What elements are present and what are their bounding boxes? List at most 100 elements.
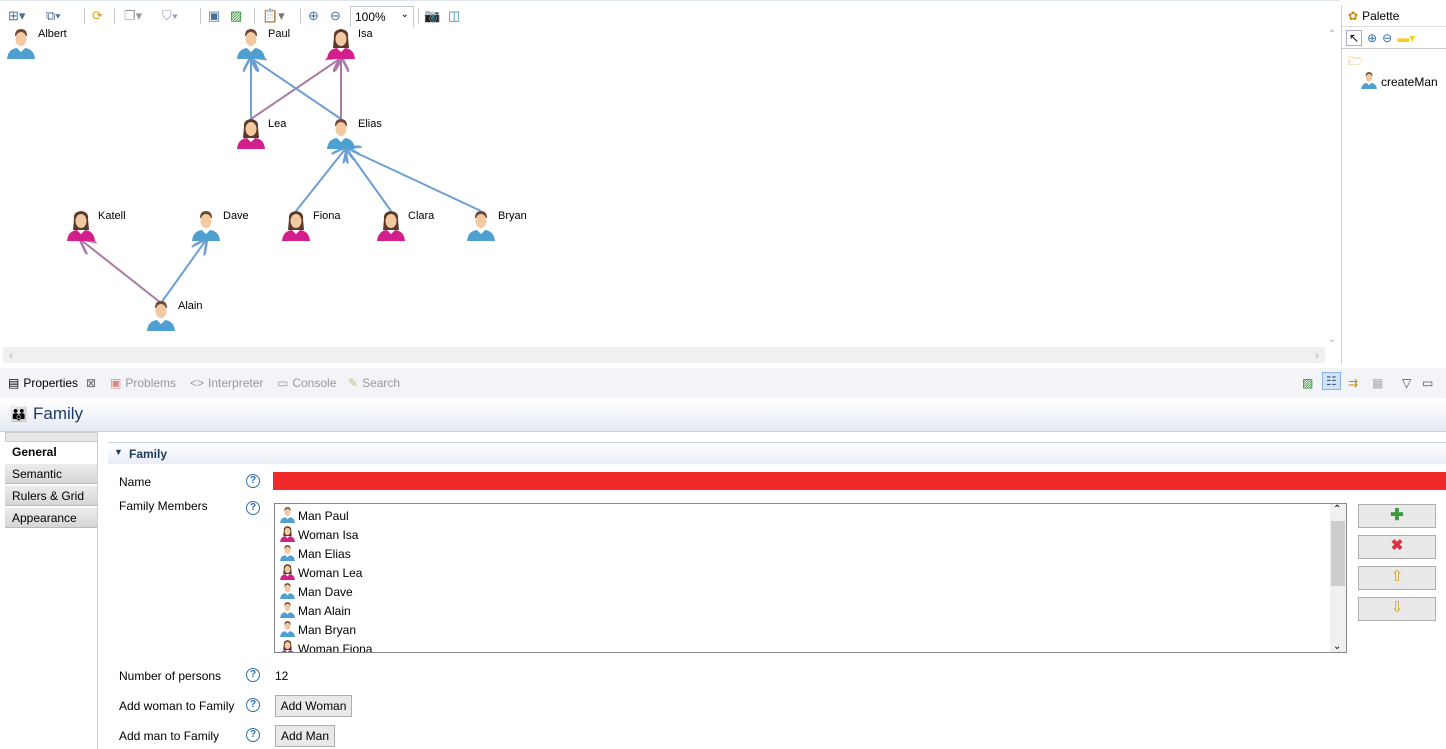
palette-tool-create-man[interactable]: createMan bbox=[1342, 71, 1446, 92]
folder-icon[interactable]: 🗁 bbox=[1342, 49, 1446, 71]
add-man-label: Add man to Family bbox=[119, 729, 220, 743]
palette: ✿ Palette ↖ ⊕ ⊖ ▬▾ 🗁 createMan bbox=[1341, 5, 1446, 365]
side-tab-rulers-grid[interactable]: Rulers & Grid bbox=[5, 486, 98, 506]
filter-icon[interactable]: ⛉▾ bbox=[162, 7, 178, 25]
zoom-out-tool-icon[interactable]: ⊖ bbox=[1382, 31, 1392, 45]
man-icon bbox=[279, 620, 296, 640]
remove-member-button[interactable]: ✖ bbox=[1358, 535, 1436, 559]
diagram-node-isa[interactable]: Isa bbox=[325, 27, 445, 67]
add-member-button[interactable]: ✚ bbox=[1358, 504, 1436, 528]
properties-header: 👪 Family bbox=[0, 398, 1446, 432]
help-icon[interactable]: ? bbox=[246, 474, 260, 488]
edge-alain-to-katell[interactable] bbox=[81, 240, 162, 304]
problems-icon: ▣ bbox=[110, 376, 122, 390]
diagram-node-albert[interactable]: Albert bbox=[5, 27, 125, 67]
list-item[interactable]: Woman Lea bbox=[275, 563, 1346, 582]
refresh-icon[interactable]: ⟳ bbox=[92, 7, 103, 25]
tab-problems[interactable]: ▣ Problems bbox=[110, 376, 176, 390]
help-icon[interactable]: ? bbox=[246, 501, 260, 515]
collapse-icon[interactable]: ▼ bbox=[114, 447, 123, 457]
pin-icon[interactable]: ▨ bbox=[230, 7, 242, 25]
list-item[interactable]: Woman Fiona bbox=[275, 639, 1346, 652]
plus-icon: ✚ bbox=[1390, 507, 1404, 524]
woman-icon bbox=[279, 639, 296, 652]
help-icon[interactable]: ? bbox=[246, 728, 260, 742]
vertical-scrollbar[interactable]: ⌃ ⌄ bbox=[1325, 27, 1339, 347]
zoom-in-tool-icon[interactable]: ⊕ bbox=[1367, 31, 1377, 45]
select-all-icon[interactable]: ⧉▾ bbox=[46, 7, 61, 25]
edge-fiona-to-elias[interactable] bbox=[295, 148, 346, 212]
man-icon bbox=[279, 601, 296, 621]
minimize-icon[interactable]: ▭ bbox=[1422, 376, 1433, 390]
list-item[interactable]: Man Paul bbox=[275, 506, 1346, 525]
name-label: Name bbox=[119, 475, 152, 489]
paste-icon[interactable]: 📋▾ bbox=[262, 7, 285, 25]
restore-defaults-icon[interactable]: ▦ bbox=[1372, 376, 1383, 390]
camera-icon[interactable]: 📷 bbox=[424, 7, 440, 25]
add-woman-button[interactable]: Add Woman bbox=[275, 695, 352, 717]
list-item[interactable]: Man Elias bbox=[275, 544, 1346, 563]
side-tab-appearance[interactable]: Appearance bbox=[5, 508, 98, 528]
arrange-icon[interactable]: ⊞▾ bbox=[8, 7, 25, 25]
arrow-down-icon: ⇩ bbox=[1390, 599, 1404, 616]
side-tab-semantic[interactable]: Semantic bbox=[5, 464, 98, 484]
pin-view-icon[interactable]: ▨ bbox=[1302, 376, 1313, 390]
console-icon: ▭ bbox=[277, 376, 289, 390]
diagram-node-bryan[interactable]: Bryan bbox=[465, 209, 585, 249]
delete-icon: ✖ bbox=[1390, 537, 1404, 554]
diagram-node-alain[interactable]: Alain bbox=[145, 299, 265, 339]
number-of-persons-value: 12 bbox=[275, 669, 289, 683]
edge-bryan-to-elias[interactable] bbox=[346, 148, 482, 212]
arrow-up-icon: ⇧ bbox=[1390, 568, 1404, 585]
tab-interpreter[interactable]: <> Interpreter bbox=[190, 376, 263, 390]
family-icon: 👪 bbox=[10, 406, 28, 422]
edge-alain-to-dave[interactable] bbox=[160, 240, 206, 304]
move-up-button[interactable]: ⇧ bbox=[1358, 566, 1436, 590]
palette-icon: ✿ bbox=[1348, 8, 1359, 23]
tab-search[interactable]: ✎ Search bbox=[348, 376, 400, 390]
tab-properties[interactable]: ▤ Properties ⊠ bbox=[8, 376, 96, 390]
zoom-out-icon[interactable]: ⊖ bbox=[330, 7, 341, 25]
diagram-outline-icon[interactable]: ◫ bbox=[448, 7, 460, 25]
scrollbar-thumb[interactable] bbox=[1331, 521, 1345, 586]
list-item[interactable]: Man Alain bbox=[275, 601, 1346, 620]
help-icon[interactable]: ? bbox=[246, 668, 260, 682]
list-item[interactable]: Woman Isa bbox=[275, 525, 1346, 544]
chevron-down-icon: ⌄ bbox=[400, 9, 409, 20]
man-icon bbox=[279, 506, 296, 526]
horizontal-scrollbar[interactable]: ‹ › bbox=[3, 347, 1325, 363]
family-members-label: Family Members bbox=[119, 499, 208, 513]
help-icon[interactable]: ? bbox=[246, 698, 260, 712]
add-woman-label: Add woman to Family bbox=[119, 699, 235, 713]
man-icon bbox=[279, 582, 296, 602]
tab-console[interactable]: ▭ Console bbox=[277, 376, 336, 390]
name-field[interactable] bbox=[273, 472, 1446, 490]
show-categories-icon[interactable]: ☷ bbox=[1322, 372, 1341, 390]
diagram-toolbar: ⊞▾ ⧉▾ ⟳ ❐▾ ⛉▾ ▣ ▨ 📋▾ ⊕ ⊖ 100% ⌄ 📷 ◫ bbox=[0, 0, 1340, 28]
list-item[interactable]: Man Bryan bbox=[275, 620, 1346, 639]
add-man-button[interactable]: Add Man bbox=[275, 725, 335, 747]
section-family[interactable]: ▼ Family bbox=[108, 442, 1446, 464]
side-tab-general[interactable]: General bbox=[5, 442, 98, 462]
list-item[interactable]: Man Dave bbox=[275, 582, 1346, 601]
diagram-node-katell[interactable]: Katell bbox=[65, 209, 185, 249]
show-advanced-icon[interactable]: ⇉ bbox=[1348, 376, 1358, 390]
note-tool-icon[interactable]: ▬▾ bbox=[1397, 31, 1415, 45]
layers-icon[interactable]: ❐▾ bbox=[124, 7, 142, 25]
woman-icon bbox=[279, 525, 296, 545]
man-icon bbox=[1360, 71, 1378, 92]
close-icon[interactable]: ⊠ bbox=[86, 376, 96, 390]
list-scrollbar[interactable]: ⌃ ⌄ bbox=[1330, 504, 1346, 652]
move-down-button[interactable]: ⇩ bbox=[1358, 597, 1436, 621]
search-icon: ✎ bbox=[348, 376, 359, 390]
select-tool-icon[interactable]: ↖ bbox=[1346, 29, 1363, 46]
diagram-canvas[interactable]: Albert Paul Isa Lea Elias Katell Dave Fiona Clar… bbox=[3, 27, 1325, 347]
validate-icon[interactable]: ▣ bbox=[208, 7, 220, 25]
zoom-in-icon[interactable]: ⊕ bbox=[308, 7, 319, 25]
properties-title: Family bbox=[33, 404, 84, 423]
diagram-node-elias[interactable]: Elias bbox=[325, 117, 445, 157]
view-menu-icon[interactable]: ▽ bbox=[1402, 376, 1411, 390]
man-icon bbox=[279, 544, 296, 564]
family-members-list[interactable]: Man Paul Woman Isa Man Elias Woman Lea Man D… bbox=[274, 503, 1347, 653]
zoom-select[interactable]: 100% ⌄ bbox=[350, 6, 414, 28]
